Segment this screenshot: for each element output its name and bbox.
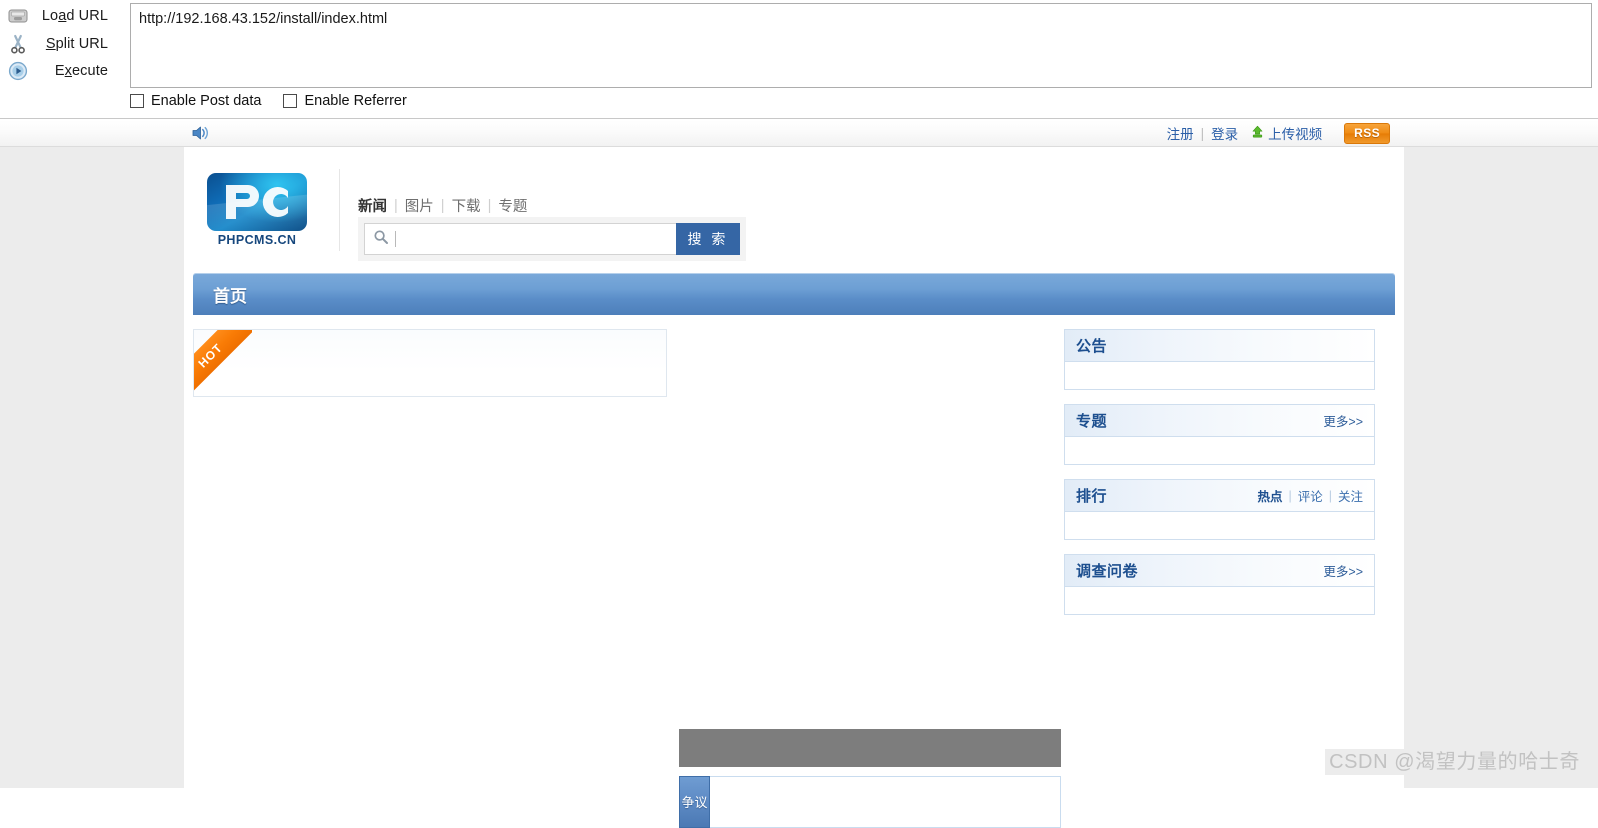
search-bar: 搜 索 [358,217,746,261]
upload-video-label: 上传视频 [1268,127,1323,142]
url-input[interactable]: http://192.168.43.152/install/index.html [130,3,1592,88]
content-column-left: HOT [193,329,667,397]
panel-title: 专题 [1076,413,1108,430]
sidebar-panel-announcements: 公告 [1064,329,1375,390]
utility-separator: | [1200,125,1205,141]
upload-video-link[interactable]: 上传视频 [1250,123,1322,143]
topnav-separator: | [487,197,492,214]
enable-referrer-label: Enable Referrer [304,93,407,109]
site-logo[interactable]: PHPCMS.CN [206,173,308,249]
load-url-label: Load URL [41,7,108,24]
panel-body [1064,587,1375,615]
panel-header: 专题 更多>> [1064,404,1375,437]
execute-icon [5,60,31,82]
site-header: PHPCMS.CN 新闻 | 图片 | 下载 | 专题 搜 索 [184,147,1404,263]
login-link[interactable]: 登录 [1211,123,1238,143]
logo-mark [207,173,307,231]
split-url-action[interactable]: Split URL [0,30,128,57]
panel-header: 公告 [1064,329,1375,362]
search-field[interactable] [364,223,676,255]
panel-tab-hot[interactable]: 热点 [1257,486,1282,505]
search-button[interactable]: 搜 索 [676,223,740,255]
vertical-tab-dispute[interactable]: 争议 [679,776,710,828]
sidebar-panel-survey: 调查问卷 更多>> [1064,554,1375,615]
panel-title: 排行 [1076,488,1108,505]
panel-more-link[interactable]: 更多>> [1323,411,1363,430]
gray-placeholder-block [679,729,1061,767]
main-nav-item-home[interactable]: 首页 [193,282,267,307]
sidebar-panel-ranking: 排行 热点 | 评论 | 关注 [1064,479,1375,540]
panel-body [1064,437,1375,465]
vertical-tab-box[interactable]: 争议 [679,776,1061,828]
toolbar-checkboxes: Enable Post data Enable Referrer [130,93,407,109]
panel-header: 排行 热点 | 评论 | 关注 [1064,479,1375,512]
sidebar-panel-topics: 专题 更多>> [1064,404,1375,465]
split-url-label: Split URL [45,35,108,52]
execute-label: Execute [54,62,108,79]
panel-tab-comments[interactable]: 评论 [1298,486,1323,505]
topnav-item-images[interactable]: 图片 [405,195,434,216]
panel-title: 公告 [1076,338,1108,355]
topnav-separator: | [394,197,398,214]
vertical-tab-label: 争议 [681,794,708,810]
load-url-icon [5,5,31,27]
browser-viewport: 注册 | 登录 上传视频 RSS PHPCMS.CN 新闻 | 图片 | 下载 … [0,120,1598,828]
header-divider [339,169,340,251]
load-url-action[interactable]: Load URL [0,2,128,29]
register-link[interactable]: 注册 [1167,123,1194,143]
enable-post-data-checkbox[interactable]: Enable Post data [130,93,261,109]
panel-body [1064,362,1375,390]
main-nav-bar: 首页 [193,273,1395,315]
speaker-icon[interactable] [191,124,211,147]
hot-feature-box[interactable]: HOT [193,329,667,397]
topnav-item-topics[interactable]: 专题 [498,195,527,216]
toolbar-actions: Load URL Split URL Execute [0,0,128,88]
topnav-item-downloads[interactable]: 下载 [452,195,481,216]
enable-referrer-checkbox[interactable]: Enable Referrer [283,93,407,109]
panel-tabs: 热点 | 评论 | 关注 [1257,486,1363,505]
scissors-icon [5,33,31,55]
hot-ribbon-label: HOT [194,330,252,396]
rss-badge[interactable]: RSS [1344,122,1390,144]
hot-ribbon-inner: HOT [194,330,252,396]
sidebar: 公告 专题 更多>> 排行 热点 | 评论 | 关注 调查问卷 更多>> [1064,329,1375,629]
topnav-separator: | [440,197,445,214]
checkbox-box[interactable] [130,94,144,108]
logo-text: PHPCMS.CN [217,233,297,247]
upload-arrow-icon [1250,124,1265,142]
panel-header: 调查问卷 更多>> [1064,554,1375,587]
panel-title: 调查问卷 [1076,563,1139,580]
search-icon [373,229,389,250]
site-utility-bar: 注册 | 登录 上传视频 RSS [0,120,1598,147]
site-body: PHPCMS.CN 新闻 | 图片 | 下载 | 专题 搜 索 首页 HOT 争… [184,147,1404,828]
panel-tab-follows[interactable]: 关注 [1338,486,1363,505]
logo-pc-glyph [207,173,307,231]
search-caret [395,231,396,247]
panel-tab-separator: | [1288,488,1292,503]
checkbox-box[interactable] [283,94,298,108]
panel-tab-separator: | [1328,488,1332,503]
execute-action[interactable]: Execute [0,57,128,84]
search-input[interactable] [402,225,676,253]
utility-links: 注册 | 登录 上传视频 RSS [1167,120,1390,146]
enable-post-data-label: Enable Post data [151,93,262,109]
panel-more-link[interactable]: 更多>> [1323,561,1363,580]
hot-ribbon: HOT [194,330,252,396]
site-topnav: 新闻 | 图片 | 下载 | 专题 [358,195,527,216]
topnav-item-news[interactable]: 新闻 [358,195,387,216]
url-tool-toolbar: Load URL Split URL Execute http://192.16… [0,0,1598,119]
panel-body [1064,512,1375,540]
